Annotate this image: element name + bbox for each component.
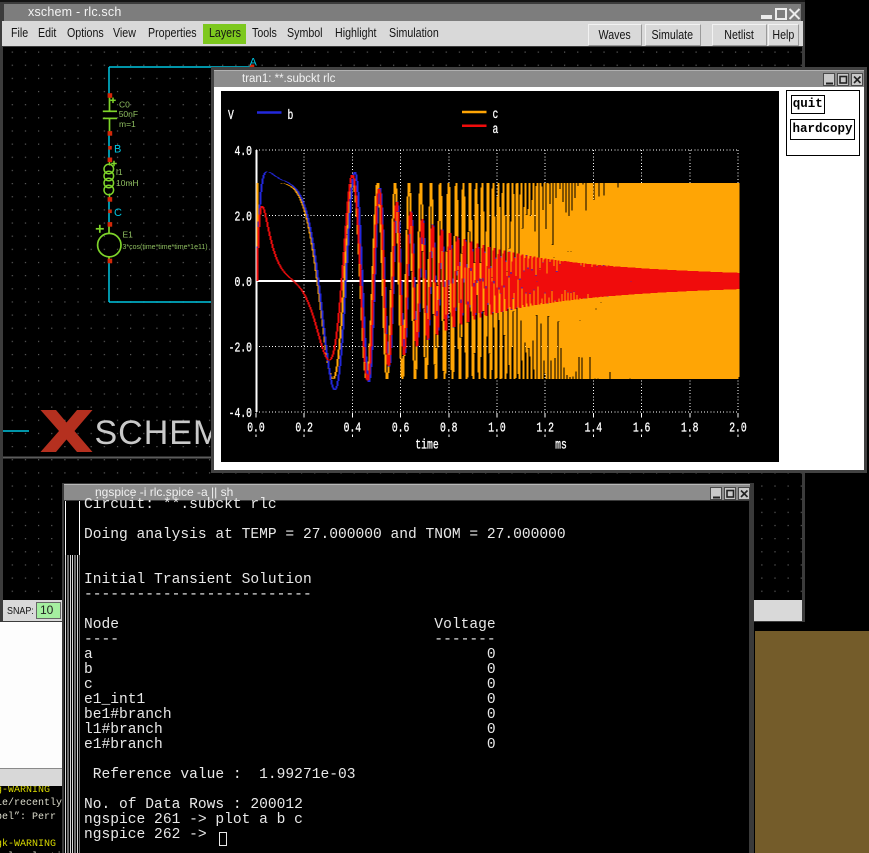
svg-text:m=1: m=1 xyxy=(119,119,136,129)
svg-text:1.8: 1.8 xyxy=(681,422,699,437)
svg-text:ms: ms xyxy=(555,439,567,454)
svg-text:50nF: 50nF xyxy=(119,109,138,119)
svg-text:0.0: 0.0 xyxy=(234,276,252,291)
svg-text:3*cos(time*time*time*1e11): 3*cos(time*time*time*1e11) xyxy=(123,244,208,251)
svg-text:1.0: 1.0 xyxy=(488,422,506,437)
svg-text:0.6: 0.6 xyxy=(392,422,410,437)
svg-text:l1: l1 xyxy=(116,167,123,177)
svg-text:2.0: 2.0 xyxy=(234,211,252,226)
svg-text:-4.0: -4.0 xyxy=(229,407,252,422)
svg-text:a: a xyxy=(493,123,499,138)
svg-text:0.4: 0.4 xyxy=(344,422,362,437)
svg-text:0.8: 0.8 xyxy=(440,422,458,437)
svg-text:c: c xyxy=(493,108,499,123)
svg-text:B: B xyxy=(114,143,121,155)
svg-text:C: C xyxy=(114,207,122,219)
svg-text:V: V xyxy=(228,109,234,124)
svg-text:10mH: 10mH xyxy=(116,178,139,188)
svg-text:1.2: 1.2 xyxy=(536,422,554,437)
svg-text:E1: E1 xyxy=(123,230,134,240)
svg-text:1.4: 1.4 xyxy=(585,422,603,437)
svg-text:0.0: 0.0 xyxy=(247,422,265,437)
svg-text:time: time xyxy=(415,439,438,454)
svg-text:SCHEM: SCHEM xyxy=(95,414,223,452)
svg-text:2.0: 2.0 xyxy=(729,422,747,437)
svg-text:b: b xyxy=(288,109,294,124)
svg-text:0.2: 0.2 xyxy=(295,422,313,437)
svg-text:1.6: 1.6 xyxy=(633,422,651,437)
svg-text:4.0: 4.0 xyxy=(234,145,252,160)
svg-text:-2.0: -2.0 xyxy=(229,342,252,357)
